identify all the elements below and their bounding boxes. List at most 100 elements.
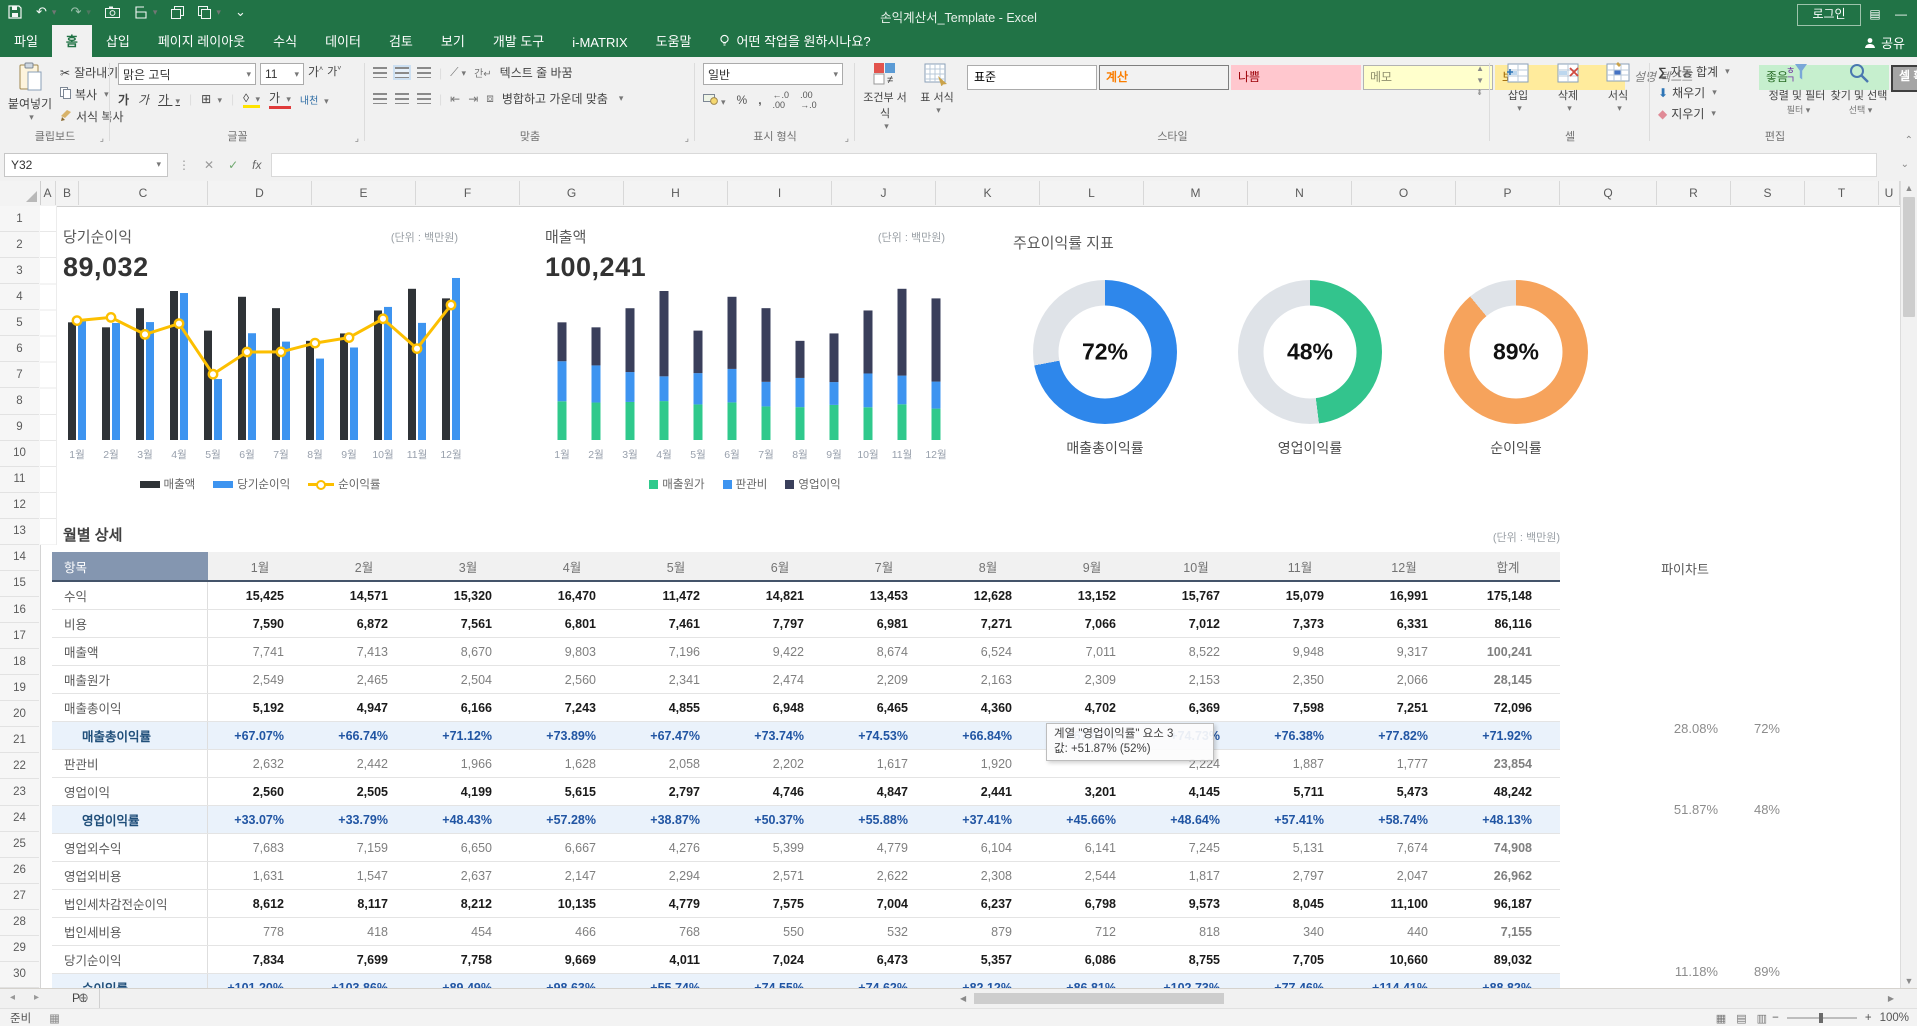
cell-법인세차감전순이익-7[interactable]: 7,004	[832, 890, 936, 917]
phonetic-icon[interactable]: 내천 ▾	[300, 92, 329, 107]
cell-당기순이익-12[interactable]: 10,660	[1352, 946, 1456, 973]
row-header-25[interactable]: 25	[0, 832, 39, 858]
cell-판관비-6[interactable]: 2,202	[728, 750, 832, 777]
enter-icon[interactable]: ✓	[228, 158, 238, 172]
cell-영업외수익-8[interactable]: 6,104	[936, 834, 1040, 861]
grow-font-icon[interactable]: 가˄	[308, 63, 323, 85]
cell-수익-12[interactable]: 16,991	[1352, 582, 1456, 609]
cell-style-5[interactable]: 계산	[1099, 65, 1229, 90]
cell-영업이익-2[interactable]: 2,505	[312, 778, 416, 805]
cell-영업외비용-8[interactable]: 2,308	[936, 862, 1040, 889]
cell-법인세차감전순이익-total[interactable]: 96,187	[1456, 890, 1560, 917]
paste-button[interactable]: 붙여넣기▾	[2, 62, 58, 123]
formula-menu-icon[interactable]: ⋮	[178, 158, 190, 172]
zoom-slider[interactable]	[1787, 1017, 1857, 1019]
cell-매출총이익-4[interactable]: 7,243	[520, 694, 624, 721]
tab-보기[interactable]: 보기	[427, 25, 479, 57]
cell-매출총이익-8[interactable]: 4,360	[936, 694, 1040, 721]
cancel-icon[interactable]: ✕	[204, 158, 214, 172]
column-header-T[interactable]: T	[1805, 181, 1879, 205]
cell-매출총이익률-1[interactable]: +67.07%	[208, 722, 312, 749]
column-header-A[interactable]: A	[40, 181, 56, 205]
cell-당기순이익-total[interactable]: 89,032	[1456, 946, 1560, 973]
cell-수익-4[interactable]: 16,470	[520, 582, 624, 609]
cell-매출총이익-12[interactable]: 7,251	[1352, 694, 1456, 721]
percent-style-icon[interactable]: %	[737, 93, 748, 107]
column-header-M[interactable]: M	[1144, 181, 1248, 205]
cell-영업외비용-10[interactable]: 1,817	[1144, 862, 1248, 889]
cell-매출액-7[interactable]: 8,674	[832, 638, 936, 665]
row-header-8[interactable]: 8	[0, 388, 39, 414]
normal-view-icon[interactable]: ▦	[1716, 1012, 1726, 1025]
sort-filter-button[interactable]: ㅎㄱ 정렬 및 필터필터 ▾	[1768, 62, 1826, 116]
cell-영업이익-7[interactable]: 4,847	[832, 778, 936, 805]
cell-매출액-4[interactable]: 9,803	[520, 638, 624, 665]
cell-매출액-6[interactable]: 9,422	[728, 638, 832, 665]
row-header-12[interactable]: 12	[0, 493, 39, 519]
cell-비용-3[interactable]: 7,561	[416, 610, 520, 637]
cell-영업외비용-7[interactable]: 2,622	[832, 862, 936, 889]
cell-법인세비용-1[interactable]: 778	[208, 918, 312, 945]
cell-영업외수익-2[interactable]: 7,159	[312, 834, 416, 861]
scroll-up-icon[interactable]: ▲	[1901, 183, 1917, 193]
cell-매출액-2[interactable]: 7,413	[312, 638, 416, 665]
cell-수익-6[interactable]: 14,821	[728, 582, 832, 609]
italic-icon[interactable]: 가	[138, 91, 149, 108]
align-top-icon[interactable]	[373, 67, 387, 78]
alignment-dialog-launcher[interactable]: ⌟	[685, 133, 689, 144]
table-row-매출총이익률[interactable]: 매출총이익률+67.07%+66.74%+71.12%+73.89%+67.47…	[52, 722, 1560, 750]
fill-button[interactable]: ⬇채우기▾	[1658, 84, 1730, 101]
column-header-S[interactable]: S	[1731, 181, 1805, 205]
cell-법인세차감전순이익-9[interactable]: 6,798	[1040, 890, 1144, 917]
row-header-22[interactable]: 22	[0, 753, 39, 779]
tab-도움말[interactable]: 도움말	[642, 25, 706, 57]
cell-영업이익률-4[interactable]: +57.28%	[520, 806, 624, 833]
minimize-icon[interactable]: —	[1888, 0, 1914, 28]
cell-판관비-12[interactable]: 1,777	[1352, 750, 1456, 777]
cell-매출액-1[interactable]: 7,741	[208, 638, 312, 665]
delete-cells-button[interactable]: 삭제▾	[1546, 62, 1590, 114]
cell-매출총이익-3[interactable]: 6,166	[416, 694, 520, 721]
cell-매출총이익률-7[interactable]: +74.53%	[832, 722, 936, 749]
decrease-indent-icon[interactable]: ⇤	[450, 92, 460, 106]
cell-당기순이익-4[interactable]: 9,669	[520, 946, 624, 973]
vertical-scroll-thumb[interactable]	[1903, 197, 1915, 317]
cell-영업외비용-2[interactable]: 1,547	[312, 862, 416, 889]
cell-매출원가-3[interactable]: 2,504	[416, 666, 520, 693]
tab-i-MATRIX[interactable]: i-MATRIX	[558, 29, 641, 57]
cell-매출원가-6[interactable]: 2,474	[728, 666, 832, 693]
sheet-nav-left-icon[interactable]: ◂	[10, 992, 15, 1003]
borders-icon[interactable]: ⊞ ▾	[201, 92, 222, 106]
table-row-영업이익[interactable]: 영업이익2,5602,5054,1995,6152,7974,7464,8472…	[52, 778, 1560, 806]
page-break-view-icon[interactable]: ▥	[1757, 1012, 1767, 1025]
cell-법인세비용-2[interactable]: 418	[312, 918, 416, 945]
hscroll-left-icon[interactable]: ◀	[960, 994, 966, 1003]
cell-당기순이익-6[interactable]: 7,024	[728, 946, 832, 973]
cell-영업외비용-9[interactable]: 2,544	[1040, 862, 1144, 889]
row-header-19[interactable]: 19	[0, 675, 39, 701]
login-button[interactable]: 로그인	[1797, 4, 1861, 26]
horizontal-scroll-thumb[interactable]	[974, 993, 1224, 1004]
cell-법인세비용-3[interactable]: 454	[416, 918, 520, 945]
cell-비용-total[interactable]: 86,116	[1456, 610, 1560, 637]
cell-영업이익-1[interactable]: 2,560	[208, 778, 312, 805]
cell-매출총이익률-total[interactable]: +71.92%	[1456, 722, 1560, 749]
row-header-10[interactable]: 10	[0, 441, 39, 467]
cell-영업이익-12[interactable]: 5,473	[1352, 778, 1456, 805]
cell-영업이익률-5[interactable]: +38.87%	[624, 806, 728, 833]
cell-매출원가-4[interactable]: 2,560	[520, 666, 624, 693]
cell-매출원가-1[interactable]: 2,549	[208, 666, 312, 693]
ribbon-display-options-icon[interactable]: ▤	[1862, 0, 1888, 28]
formula-input[interactable]	[271, 153, 1876, 177]
cell-법인세차감전순이익-8[interactable]: 6,237	[936, 890, 1040, 917]
cell-매출원가-9[interactable]: 2,309	[1040, 666, 1144, 693]
font-dialog-launcher[interactable]: ⌟	[355, 133, 359, 144]
increase-decimal-icon[interactable]: ←.0.00	[773, 90, 790, 110]
styles-scroll-up-icon[interactable]: ▲	[1476, 64, 1484, 73]
new-sheet-icon[interactable]: ⊕	[78, 990, 89, 1006]
cell-판관비-1[interactable]: 2,632	[208, 750, 312, 777]
cell-영업이익률-6[interactable]: +50.37%	[728, 806, 832, 833]
row-header-5[interactable]: 5	[0, 310, 39, 336]
table-row-영업이익률[interactable]: 영업이익률+33.07%+33.79%+48.43%+57.28%+38.87%…	[52, 806, 1560, 834]
accounting-format-icon[interactable]: ▾	[703, 93, 726, 108]
